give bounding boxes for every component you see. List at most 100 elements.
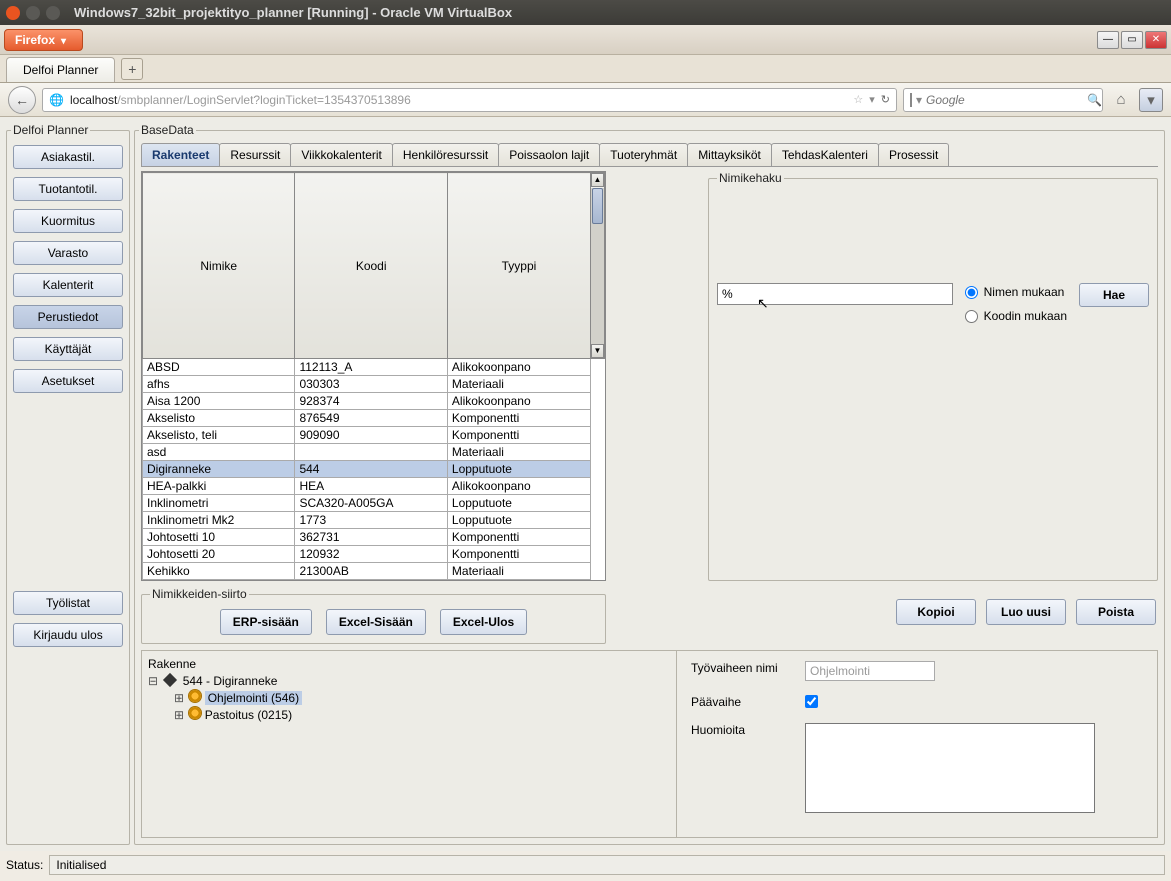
scrollbar-thumb[interactable] bbox=[592, 188, 603, 224]
tab-tuoteryhmt[interactable]: Tuoteryhmät bbox=[599, 143, 688, 166]
table-cell[interactable]: Johtosetti 10 bbox=[143, 529, 295, 546]
table-cell[interactable]: Digiranneke bbox=[143, 461, 295, 478]
table-cell[interactable]: Kehikko bbox=[143, 563, 295, 580]
tree-root-label[interactable]: 544 - Digiranneke bbox=[183, 674, 278, 688]
tab-viikkokalenterit[interactable]: Viikkokalenterit bbox=[290, 143, 392, 166]
table-cell[interactable]: Materiaali bbox=[447, 563, 590, 580]
col-tyyppi[interactable]: Tyyppi bbox=[447, 173, 590, 359]
table-cell[interactable]: 362731 bbox=[295, 529, 447, 546]
table-cell[interactable]: ABSD bbox=[143, 359, 295, 376]
main-phase-checkbox[interactable] bbox=[805, 695, 818, 708]
table-row[interactable]: Akselisto, teli909090Komponentti bbox=[143, 427, 605, 444]
table-cell[interactable]: Materiaali bbox=[447, 444, 590, 461]
table-cell[interactable]: afhs bbox=[143, 376, 295, 393]
table-row[interactable]: Aisa 1200928374Alikokoonpano bbox=[143, 393, 605, 410]
radio-by-name[interactable]: Nimen mukaan bbox=[965, 285, 1067, 299]
table-cell[interactable]: Inklinometri Mk2 bbox=[143, 512, 295, 529]
sidebar-item-perustiedot[interactable]: Perustiedot bbox=[13, 305, 123, 329]
sidebar-item-tylistat[interactable]: Työlistat bbox=[13, 591, 123, 615]
table-cell[interactable]: Lopputuote bbox=[447, 461, 590, 478]
browser-tab[interactable]: Delfoi Planner bbox=[6, 57, 115, 82]
sidebar-item-varasto[interactable]: Varasto bbox=[13, 241, 123, 265]
table-cell[interactable]: 909090 bbox=[295, 427, 447, 444]
excel-out-button[interactable]: Excel-Ulos bbox=[440, 609, 527, 635]
sidebar-item-tuotantotil[interactable]: Tuotantotil. bbox=[13, 177, 123, 201]
table-cell[interactable]: Inklinometri bbox=[143, 495, 295, 512]
table-cell[interactable]: HEA bbox=[295, 478, 447, 495]
tab-rakenteet[interactable]: Rakenteet bbox=[141, 143, 220, 166]
table-cell[interactable]: Akselisto bbox=[143, 410, 295, 427]
sidebar-item-kyttjt[interactable]: Käyttäjät bbox=[13, 337, 123, 361]
table-cell[interactable]: Alikokoonpano bbox=[447, 393, 590, 410]
table-row[interactable]: afhs030303Materiaali bbox=[143, 376, 605, 393]
sidebar-item-asiakastil[interactable]: Asiakastil. bbox=[13, 145, 123, 169]
luo-uusi-button[interactable]: Luo uusi bbox=[986, 599, 1066, 625]
url-history-dropdown-icon[interactable]: ▾ bbox=[869, 93, 875, 106]
table-cell[interactable]: 544 bbox=[295, 461, 447, 478]
table-cell[interactable]: 21300AB bbox=[295, 563, 447, 580]
table-row[interactable]: Akselisto876549Komponentti bbox=[143, 410, 605, 427]
tree-toggle-icon[interactable]: ⊞ bbox=[174, 708, 184, 722]
reload-icon[interactable]: ↻ bbox=[881, 93, 890, 106]
table-cell[interactable]: 112113_A bbox=[295, 359, 447, 376]
scroll-up-icon[interactable]: ▲ bbox=[591, 173, 604, 187]
table-row[interactable]: Inklinometri Mk21773Lopputuote bbox=[143, 512, 605, 529]
search-bar[interactable]: ▾ 🔍 bbox=[903, 88, 1103, 112]
search-engine-dropdown-icon[interactable]: ▾ bbox=[916, 93, 922, 107]
sidebar-item-kuormitus[interactable]: Kuormitus bbox=[13, 209, 123, 233]
table-cell[interactable]: Komponentti bbox=[447, 427, 590, 444]
tree-toggle-icon[interactable]: ⊟ bbox=[148, 674, 158, 688]
excel-in-button[interactable]: Excel-Sisään bbox=[326, 609, 426, 635]
table-row[interactable]: asdMateriaali bbox=[143, 444, 605, 461]
table-cell[interactable] bbox=[295, 444, 447, 461]
tab-mittayksikt[interactable]: Mittayksiköt bbox=[687, 143, 772, 166]
table-row[interactable]: Digiranneke544Lopputuote bbox=[143, 461, 605, 478]
table-row[interactable]: Kehikko21300ABMateriaali bbox=[143, 563, 605, 580]
sidebar-item-kalenterit[interactable]: Kalenterit bbox=[13, 273, 123, 297]
table-cell[interactable]: Alikokoonpano bbox=[447, 478, 590, 495]
host-close-icon[interactable] bbox=[6, 6, 20, 20]
table-cell[interactable]: Lopputuote bbox=[447, 512, 590, 529]
table-cell[interactable]: Alikokoonpano bbox=[447, 359, 590, 376]
guest-maximize-button[interactable]: ▭ bbox=[1121, 31, 1143, 49]
table-cell[interactable]: Aisa 1200 bbox=[143, 393, 295, 410]
search-go-icon[interactable]: 🔍 bbox=[1087, 93, 1102, 107]
col-koodi[interactable]: Koodi bbox=[295, 173, 447, 359]
tree-item[interactable]: ⊞ Pastoitus (0215) bbox=[174, 706, 670, 723]
kopioi-button[interactable]: Kopioi bbox=[896, 599, 976, 625]
table-row[interactable]: InklinometriSCA320-A005GALopputuote bbox=[143, 495, 605, 512]
host-maximize-icon[interactable] bbox=[46, 6, 60, 20]
bookmark-star-icon[interactable]: ☆ bbox=[853, 93, 863, 106]
tab-henkilresurssit[interactable]: Henkilöresurssit bbox=[392, 143, 499, 166]
search-input[interactable] bbox=[926, 93, 1083, 107]
erp-in-button[interactable]: ERP-sisään bbox=[220, 609, 312, 635]
new-tab-button[interactable]: + bbox=[121, 58, 143, 80]
notes-textarea[interactable] bbox=[805, 723, 1095, 813]
tab-tehdaskalenteri[interactable]: TehdasKalenteri bbox=[771, 143, 879, 166]
table-cell[interactable]: 928374 bbox=[295, 393, 447, 410]
table-cell[interactable]: Johtosetti 20 bbox=[143, 546, 295, 563]
home-icon[interactable]: ⌂ bbox=[1109, 88, 1133, 112]
firefox-menu-button[interactable]: Firefox bbox=[4, 29, 83, 51]
col-nimike[interactable]: Nimike bbox=[143, 173, 295, 359]
guest-close-button[interactable]: ✕ bbox=[1145, 31, 1167, 49]
table-cell[interactable]: HEA-palkki bbox=[143, 478, 295, 495]
phase-name-input[interactable] bbox=[805, 661, 935, 681]
table-cell[interactable]: Materiaali bbox=[447, 376, 590, 393]
table-row[interactable]: Johtosetti 10362731Komponentti bbox=[143, 529, 605, 546]
table-cell[interactable]: Lopputuote bbox=[447, 495, 590, 512]
table-row[interactable]: ABSD112113_AAlikokoonpano bbox=[143, 359, 605, 376]
table-cell[interactable]: 030303 bbox=[295, 376, 447, 393]
tree-toggle-icon[interactable]: ⊞ bbox=[174, 691, 184, 705]
table-cell[interactable]: 1773 bbox=[295, 512, 447, 529]
table-cell[interactable]: Komponentti bbox=[447, 410, 590, 427]
host-minimize-icon[interactable] bbox=[26, 6, 40, 20]
tab-poissaolonlajit[interactable]: Poissaolon lajit bbox=[498, 143, 600, 166]
back-button[interactable]: ← bbox=[8, 86, 36, 114]
table-row[interactable]: Johtosetti 20120932Komponentti bbox=[143, 546, 605, 563]
table-cell[interactable]: Komponentti bbox=[447, 546, 590, 563]
poista-button[interactable]: Poista bbox=[1076, 599, 1156, 625]
search-term-input[interactable] bbox=[717, 283, 953, 305]
scroll-down-icon[interactable]: ▼ bbox=[591, 344, 604, 358]
table-cell[interactable]: Akselisto, teli bbox=[143, 427, 295, 444]
